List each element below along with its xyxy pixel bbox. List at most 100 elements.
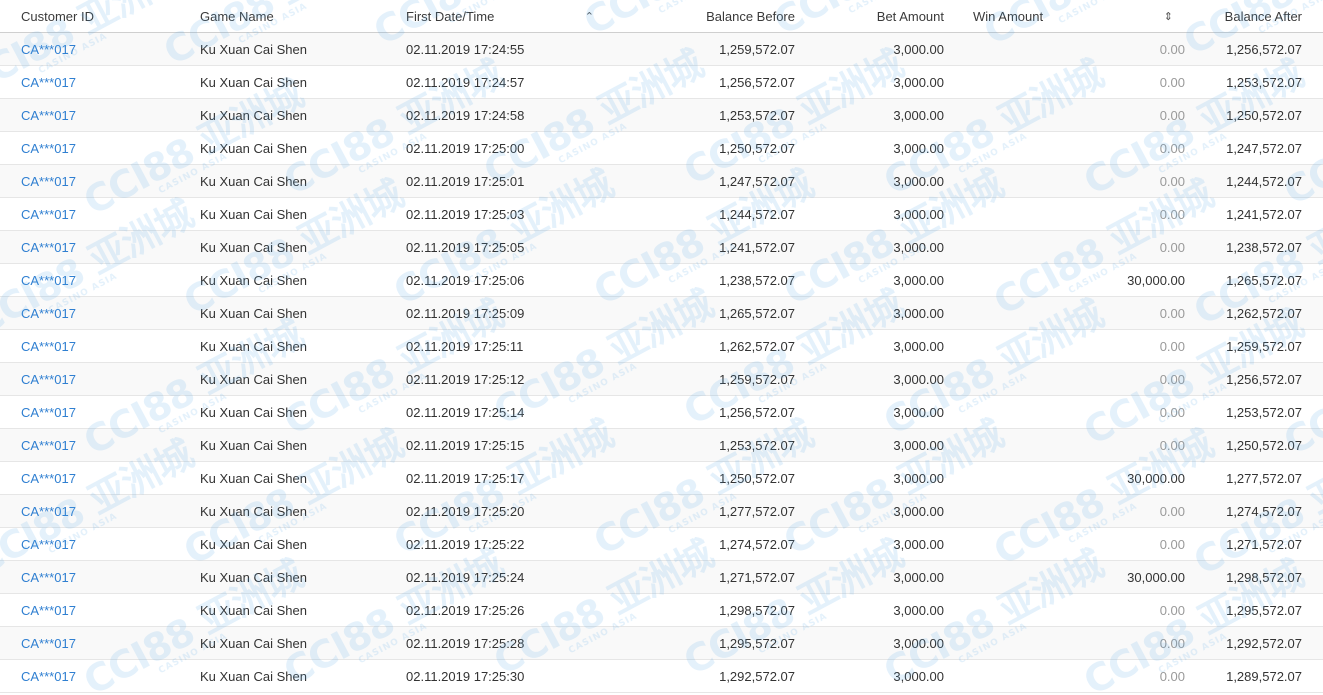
cell-bet-amount: 3,000.00	[795, 428, 944, 462]
cell-customer-id-value[interactable]: CA***017	[21, 570, 76, 585]
cell-balance-after-value: 1,247,572.07	[1226, 140, 1302, 156]
cell-balance-after-value: 1,256,572.07	[1226, 41, 1302, 57]
cell-customer-id[interactable]: CA***017	[0, 560, 200, 594]
cell-balance-before-value: 1,244,572.07	[719, 206, 795, 222]
cell-customer-id[interactable]: CA***017	[0, 296, 200, 330]
cell-first-datetime: 02.11.2019 17:25:28	[406, 626, 606, 660]
cell-balance-before-value: 1,250,572.07	[719, 140, 795, 156]
table-row: CA***017 Ku Xuan Cai Shen 02.11.2019 17:25…	[0, 461, 1323, 495]
cell-bet-amount-value: 3,000.00	[893, 536, 944, 552]
cell-customer-id-value[interactable]: CA***017	[21, 471, 76, 486]
cell-customer-id-value[interactable]: CA***017	[21, 174, 76, 189]
cell-customer-id[interactable]: CA***017	[0, 65, 200, 99]
cell-customer-id-value[interactable]: CA***017	[21, 273, 76, 288]
cell-first-datetime-value: 02.11.2019 17:25:14	[406, 404, 525, 420]
cell-game-name: Ku Xuan Cai Shen	[200, 32, 406, 66]
cell-customer-id-value[interactable]: CA***017	[21, 537, 76, 552]
header-balance-after[interactable]: Balance After	[1185, 0, 1323, 33]
sort-unsorted-icon[interactable]: ⇕	[1164, 10, 1173, 23]
header-win-amount[interactable]: Win Amount ⇕	[944, 0, 1185, 33]
sort-ascending-icon[interactable]: ⌃	[585, 10, 594, 23]
cell-customer-id-value[interactable]: CA***017	[21, 504, 76, 519]
cell-customer-id[interactable]: CA***017	[0, 197, 200, 231]
table-row: CA***017 Ku Xuan Cai Shen 02.11.2019 17:25…	[0, 296, 1323, 330]
cell-first-datetime: 02.11.2019 17:25:15	[406, 428, 606, 462]
cell-customer-id-value[interactable]: CA***017	[21, 141, 76, 156]
cell-customer-id[interactable]: CA***017	[0, 626, 200, 660]
cell-customer-id[interactable]: CA***017	[0, 593, 200, 627]
cell-customer-id-value[interactable]: CA***017	[21, 669, 76, 684]
header-customer-id[interactable]: Customer ID	[0, 0, 200, 33]
cell-customer-id-value[interactable]: CA***017	[21, 438, 76, 453]
cell-customer-id[interactable]: CA***017	[0, 494, 200, 528]
cell-win-amount: 0.00	[944, 626, 1185, 660]
cell-balance-after-value: 1,298,572.07	[1226, 569, 1302, 585]
cell-customer-id-value[interactable]: CA***017	[21, 42, 76, 57]
cell-customer-id-value[interactable]: CA***017	[21, 240, 76, 255]
cell-customer-id-value[interactable]: CA***017	[21, 603, 76, 618]
cell-balance-before: 1,259,572.07	[606, 32, 795, 66]
cell-customer-id-value[interactable]: CA***017	[21, 372, 76, 387]
cell-balance-before-value: 1,241,572.07	[719, 239, 795, 255]
cell-first-datetime-value: 02.11.2019 17:25:05	[406, 239, 525, 255]
cell-balance-before-value: 1,271,572.07	[719, 569, 795, 585]
cell-customer-id-value[interactable]: CA***017	[21, 207, 76, 222]
cell-balance-after: 1,253,572.07	[1185, 395, 1323, 429]
cell-bet-amount: 3,000.00	[795, 230, 944, 264]
cell-win-amount: 0.00	[944, 98, 1185, 132]
header-bet-amount[interactable]: Bet Amount	[795, 0, 944, 33]
cell-first-datetime: 02.11.2019 17:25:30	[406, 659, 606, 693]
cell-first-datetime-value: 02.11.2019 17:25:30	[406, 668, 525, 684]
header-first-datetime-wrap: First Date/Time ⌃	[406, 9, 606, 24]
cell-customer-id[interactable]: CA***017	[0, 395, 200, 429]
cell-game-name: Ku Xuan Cai Shen	[200, 65, 406, 99]
table-body: CA***017 Ku Xuan Cai Shen 02.11.2019 17:24…	[0, 32, 1323, 693]
cell-bet-amount-value: 3,000.00	[893, 470, 944, 486]
header-first-datetime[interactable]: First Date/Time ⌃	[406, 0, 606, 33]
cell-game-name: Ku Xuan Cai Shen	[200, 560, 406, 594]
cell-bet-amount-value: 3,000.00	[893, 503, 944, 519]
cell-customer-id-value[interactable]: CA***017	[21, 75, 76, 90]
cell-first-datetime-value: 02.11.2019 17:25:06	[406, 272, 525, 288]
cell-first-datetime-value: 02.11.2019 17:25:03	[406, 206, 525, 222]
cell-balance-before: 1,253,572.07	[606, 98, 795, 132]
table-row: CA***017 Ku Xuan Cai Shen 02.11.2019 17:25…	[0, 428, 1323, 462]
cell-win-amount-value: 0.00	[1159, 635, 1185, 651]
cell-customer-id[interactable]: CA***017	[0, 98, 200, 132]
cell-balance-before: 1,256,572.07	[606, 65, 795, 99]
cell-win-amount-value: 0.00	[1159, 140, 1185, 156]
cell-customer-id[interactable]: CA***017	[0, 230, 200, 264]
cell-customer-id-value[interactable]: CA***017	[21, 339, 76, 354]
table-row: CA***017 Ku Xuan Cai Shen 02.11.2019 17:25…	[0, 362, 1323, 396]
cell-first-datetime: 02.11.2019 17:25:12	[406, 362, 606, 396]
cell-game-name-value: Ku Xuan Cai Shen	[200, 41, 307, 57]
cell-customer-id[interactable]: CA***017	[0, 164, 200, 198]
transactions-page: Customer ID Game Name First Date/Time ⌃ …	[0, 0, 1323, 695]
cell-balance-after-value: 1,238,572.07	[1226, 239, 1302, 255]
header-win-amount-wrap: Win Amount ⇕	[973, 9, 1185, 24]
cell-customer-id-value[interactable]: CA***017	[21, 636, 76, 651]
cell-customer-id[interactable]: CA***017	[0, 362, 200, 396]
cell-customer-id[interactable]: CA***017	[0, 32, 200, 66]
cell-customer-id[interactable]: CA***017	[0, 329, 200, 363]
cell-customer-id[interactable]: CA***017	[0, 527, 200, 561]
cell-customer-id-value[interactable]: CA***017	[21, 405, 76, 420]
cell-bet-amount-value: 3,000.00	[893, 305, 944, 321]
cell-game-name-value: Ku Xuan Cai Shen	[200, 635, 307, 651]
header-balance-before[interactable]: Balance Before	[606, 0, 795, 33]
cell-customer-id[interactable]: CA***017	[0, 428, 200, 462]
cell-bet-amount-value: 3,000.00	[893, 140, 944, 156]
cell-customer-id[interactable]: CA***017	[0, 263, 200, 297]
cell-balance-before-value: 1,259,572.07	[719, 371, 795, 387]
cell-balance-after-value: 1,274,572.07	[1226, 503, 1302, 519]
cell-first-datetime: 02.11.2019 17:25:20	[406, 494, 606, 528]
cell-bet-amount-value: 3,000.00	[893, 635, 944, 651]
cell-bet-amount: 3,000.00	[795, 296, 944, 330]
cell-bet-amount-value: 3,000.00	[893, 173, 944, 189]
header-game-name[interactable]: Game Name	[200, 0, 406, 33]
cell-customer-id[interactable]: CA***017	[0, 461, 200, 495]
cell-customer-id-value[interactable]: CA***017	[21, 108, 76, 123]
cell-customer-id-value[interactable]: CA***017	[21, 306, 76, 321]
cell-customer-id[interactable]: CA***017	[0, 131, 200, 165]
cell-customer-id[interactable]: CA***017	[0, 659, 200, 693]
